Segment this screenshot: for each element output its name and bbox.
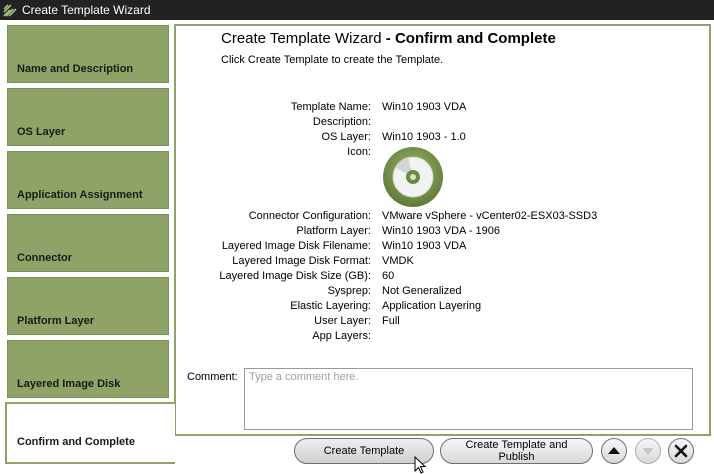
step-label: Application Assignment (17, 189, 143, 201)
detail-label: Connector Configuration: (248, 210, 371, 222)
detail-sysprep: Sysprep: Not Generalized (176, 285, 709, 300)
detail-label: Template Name: (290, 101, 371, 113)
detail-disk-format: Layered Image Disk Format: VMDK (176, 255, 709, 270)
detail-label: OS Layer: (321, 131, 371, 143)
mouse-cursor-icon (414, 456, 427, 474)
close-icon (674, 444, 688, 458)
detail-platform-layer: Platform Layer: Win10 1903 VDA - 1906 (176, 225, 709, 240)
detail-label: Layered Image Disk Filename: (221, 240, 371, 252)
detail-value: 60 (382, 270, 395, 282)
wizard-content: Create Template Wizard - Confirm and Com… (174, 24, 711, 436)
detail-value: Win10 1903 - 1.0 (382, 131, 466, 143)
detail-disk-size: Layered Image Disk Size (GB): 60 (176, 270, 709, 285)
detail-connector: Connector Configuration: VMware vSphere … (176, 210, 709, 225)
page-title-step: - Confirm and Complete (381, 30, 556, 47)
page-subtitle: Click Create Template to create the Temp… (221, 54, 444, 66)
step-label: Platform Layer (17, 315, 95, 327)
detail-label: Platform Layer: (296, 225, 371, 237)
detail-label: Icon: (347, 146, 371, 158)
detail-elastic-layering: Elastic Layering: Application Layering (176, 300, 709, 315)
step-label: OS Layer (17, 126, 66, 138)
detail-value: Win10 1903 VDA (382, 240, 467, 252)
step-layered-image-disk[interactable]: Layered Image Disk (7, 340, 169, 398)
create-template-button[interactable]: Create Template (294, 438, 434, 464)
comment-input[interactable] (244, 368, 693, 430)
detail-label: Layered Image Disk Size (GB): (219, 270, 371, 282)
step-label: Confirm and Complete (17, 436, 135, 448)
step-application-assignment[interactable]: Application Assignment (7, 151, 169, 209)
detail-app-layers: App Layers: (176, 330, 709, 345)
comment-label: Comment: (187, 371, 238, 383)
detail-value: Win10 1903 VDA (382, 101, 467, 113)
page-title-prefix: Create Template Wizard (221, 30, 382, 47)
detail-value: Win10 1903 VDA - 1906 (382, 225, 501, 237)
step-label: Connector (17, 252, 72, 264)
detail-disk-filename: Layered Image Disk Filename: Win10 1903 … (176, 240, 709, 255)
detail-label: Sysprep: (327, 285, 371, 297)
arrow-down-icon (642, 448, 654, 455)
step-os-layer[interactable]: OS Layer (7, 88, 169, 146)
previous-step-button[interactable] (601, 438, 627, 464)
step-confirm-and-complete[interactable]: Confirm and Complete (5, 402, 175, 464)
next-step-button[interactable] (635, 438, 661, 464)
step-connector[interactable]: Connector (7, 214, 169, 272)
detail-os-layer: OS Layer: Win10 1903 - 1.0 (176, 131, 709, 146)
disc-icon (383, 147, 443, 207)
detail-label: App Layers: (312, 330, 371, 342)
step-name-and-description[interactable]: Name and Description (7, 25, 169, 83)
wizard-frame: Name and Description OS Layer Applicatio… (0, 20, 714, 474)
step-label: Name and Description (17, 63, 134, 75)
app-logo-icon (3, 4, 17, 17)
window-title: Create Template Wizard (22, 3, 151, 17)
close-wizard-button[interactable] (668, 438, 694, 464)
title-bar: Create Template Wizard (0, 0, 714, 20)
create-template-and-publish-button[interactable]: Create Template and Publish (440, 438, 593, 464)
detail-value: Not Generalized (382, 285, 462, 297)
step-platform-layer[interactable]: Platform Layer (7, 277, 169, 335)
step-label: Layered Image Disk (17, 378, 121, 390)
detail-value: VMware vSphere - vCenter02-ESX03-SSD3 (382, 210, 598, 222)
detail-user-layer: User Layer: Full (176, 315, 709, 330)
detail-description: Description: (176, 116, 709, 131)
detail-label: Elastic Layering: (290, 300, 371, 312)
detail-value: VMDK (382, 255, 414, 267)
detail-value: Application Layering (382, 300, 482, 312)
wizard-steps: Name and Description OS Layer Applicatio… (0, 20, 176, 474)
arrow-up-icon (608, 447, 620, 454)
detail-value: Full (382, 315, 400, 327)
detail-label: User Layer: (314, 315, 371, 327)
detail-label: Layered Image Disk Format: (232, 255, 371, 267)
detail-label: Description: (312, 116, 371, 128)
page-title: Create Template Wizard - Confirm and Com… (221, 30, 556, 47)
detail-template-name: Template Name: Win10 1903 VDA (176, 101, 709, 116)
